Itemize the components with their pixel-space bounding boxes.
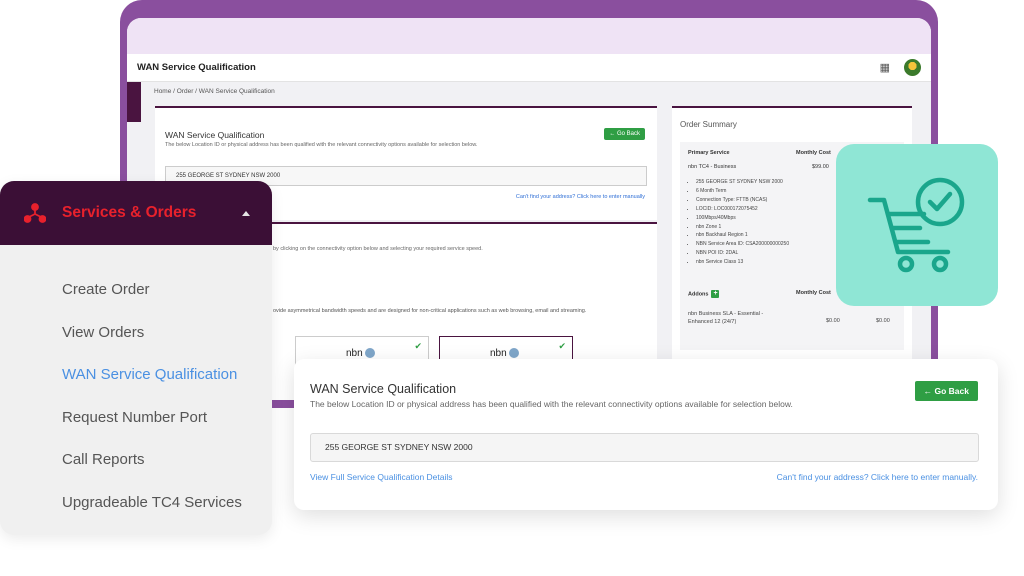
order-summary-title: Order Summary [680,120,737,129]
card-title: WAN Service Qualification [310,382,457,396]
collapsed-sidebar [127,82,141,122]
cart-tile [836,144,998,306]
check-icon: ✔ [414,341,422,351]
addons-label: Addons + [688,290,720,298]
wan-qualification-card: WAN Service Qualification The below Loca… [294,359,998,510]
apps-grid-icon[interactable]: ▦ [880,61,890,74]
manual-address-link[interactable]: Can't find your address? Click here to e… [777,472,978,482]
nbn-logo: nbn [346,348,375,359]
page-title: WAN Service Qualification [137,62,256,73]
sidebar-menu: Create Order View Orders WAN Service Qua… [0,245,272,525]
collapse-caret-icon[interactable] [242,210,250,216]
panel-subtitle: The below Location ID or physical addres… [165,142,478,148]
nbn-logo: nbn [490,348,519,359]
services-orders-header[interactable]: Services & Orders [0,181,272,245]
go-back-button[interactable]: ← Go Back [604,128,645,140]
nbn-logo-icon [364,348,375,359]
go-back-button[interactable]: ← Go Back [914,381,978,401]
service-details-list: 255 GEORGE ST SYDNEY NSW 2000 6 Month Te… [696,178,789,267]
manual-address-link[interactable]: Can't find your address? Click here to e… [516,194,645,200]
view-qualification-details-link[interactable]: View Full Service Qualification Details [310,472,453,482]
app-header: WAN Service Qualification ▦ [127,54,931,82]
list-item: nbn Backhaul Region 1 [696,231,789,240]
list-item: 255 GEORGE ST SYDNEY NSW 2000 [696,178,789,187]
card-subtitle: The below Location ID or physical addres… [310,399,793,409]
addon-price: $0.00 [826,318,840,324]
addon-name: nbn Business SLA - Essential - Enhanced … [688,311,764,325]
services-sidebar: Services & Orders Create Order View Orde… [0,181,272,535]
nbn-logo-icon [508,348,519,359]
avatar[interactable] [904,59,921,76]
list-item: 100Mbps/40Mbps [696,214,789,223]
monthly-cost-label: Monthly Cost [796,150,831,156]
primary-service-label: Primary Service [688,150,730,156]
addons-monthly-cost-label: Monthly Cost [796,290,831,296]
list-item: Connection Type: FTTB (NCAS) [696,196,789,205]
check-icon: ✔ [558,341,566,351]
sidebar-item-wan-service-qualification[interactable]: WAN Service Qualification [0,354,272,397]
list-item: nbn Zone 1 [696,223,789,232]
list-item: NBN POI ID: 2DAL [696,249,789,258]
browser-topbar [127,18,931,54]
shopping-cart-check-icon [867,177,965,273]
sidebar-item-create-order[interactable]: Create Order [0,269,272,312]
sidebar-item-request-number-port[interactable]: Request Number Port [0,397,272,440]
product-name: nbn TC4 - Business [688,164,737,170]
product-description: ovide asymmetrical bandwidth speeds and … [273,308,587,314]
add-addon-icon[interactable]: + [711,290,720,298]
sidebar-item-call-reports[interactable]: Call Reports [0,439,272,482]
sidebar-item-view-orders[interactable]: View Orders [0,312,272,355]
address-field[interactable]: 255 GEORGE ST SYDNEY NSW 2000 [310,433,979,462]
accent-bar [272,400,294,408]
sidebar-title: Services & Orders [62,204,197,221]
list-item: NBN Service Area ID: CSA200000000250 [696,240,789,249]
connectivity-hint: by clicking on the connectivity option b… [273,246,483,252]
sidebar-item-upgradeable-tc4-services[interactable]: Upgradeable TC4 Services [0,482,272,525]
list-item: nbn Service Class 13 [696,258,789,267]
header-actions: ▦ [880,59,921,76]
list-item: LOCID: LOC000172075452 [696,205,789,214]
breadcrumb: Home / Order / WAN Service Qualification [154,88,275,95]
panel-title: WAN Service Qualification [165,130,265,140]
addon-price-total: $0.00 [876,318,890,324]
network-nodes-icon [24,203,46,223]
product-price: $99.00 [812,164,829,170]
list-item: 6 Month Term [696,187,789,196]
